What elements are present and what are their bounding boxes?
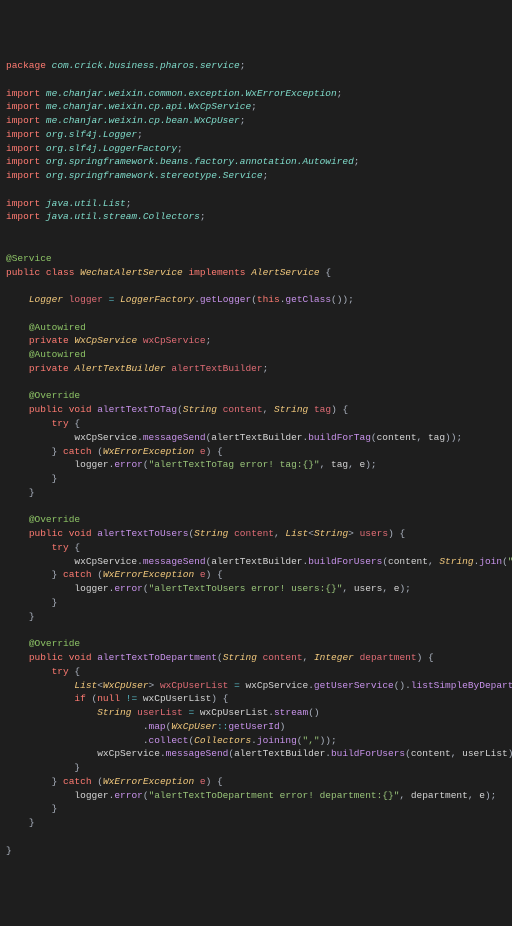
import-path: me.chanjar.weixin.common.exception.WxErr… — [46, 88, 337, 99]
method-alerttexttousers: alertTextToUsers — [97, 528, 188, 539]
kw-package: package — [6, 60, 46, 71]
package-name: com.crick.business.pharos.service — [52, 60, 240, 71]
string-literal: "alertTextToTag error! tag:{}" — [149, 459, 320, 470]
class-name: WechatAlertService — [80, 267, 183, 278]
annotation-autowired: @Autowired — [29, 322, 86, 333]
annotation-override: @Override — [29, 390, 80, 401]
interface-name: AlertService — [251, 267, 319, 278]
code-viewer: package com.crick.business.pharos.servic… — [6, 59, 506, 857]
method-alerttexttotag: alertTextToTag — [97, 404, 177, 415]
method-alerttexttodepartment: alertTextToDepartment — [97, 652, 217, 663]
kw-import: import — [6, 88, 40, 99]
annotation-service: @Service — [6, 253, 52, 264]
